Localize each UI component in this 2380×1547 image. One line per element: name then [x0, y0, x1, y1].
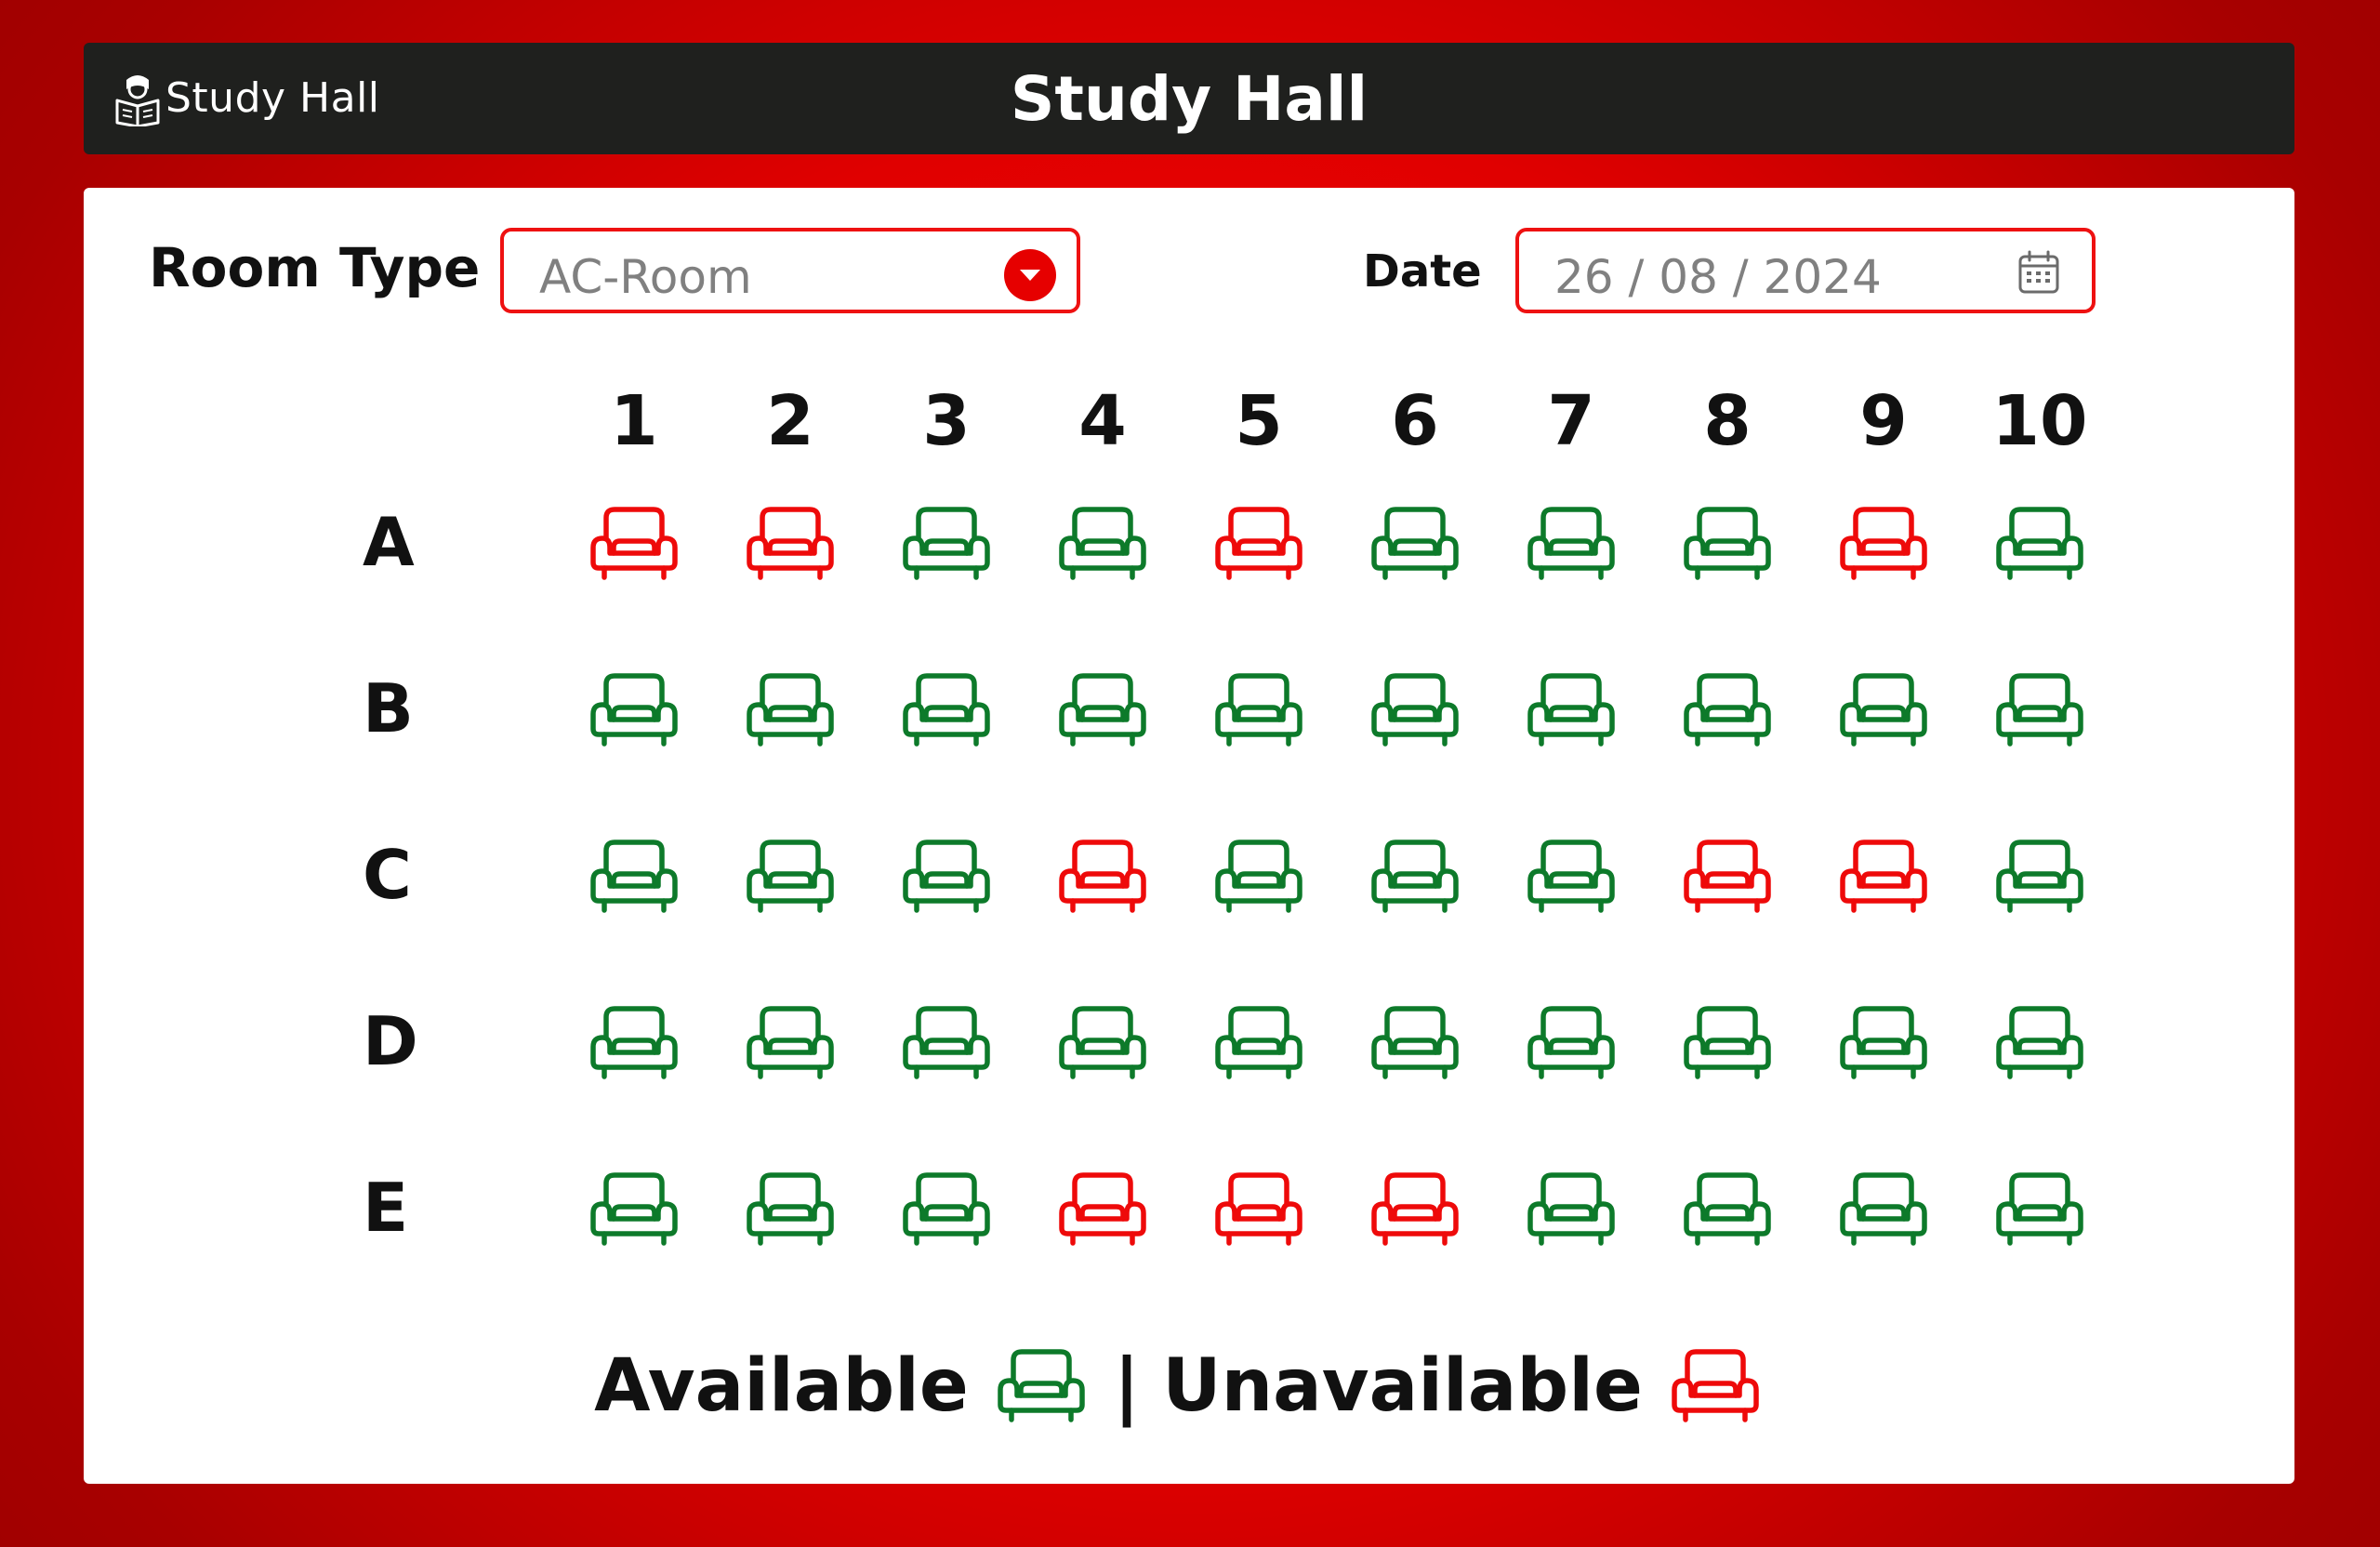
seat-c4-unavailable — [1054, 838, 1151, 916]
seat-d5-available[interactable] — [1210, 1004, 1307, 1082]
seat-e10-available[interactable] — [1991, 1170, 2088, 1249]
seat-e4-unavailable — [1054, 1170, 1151, 1249]
seat-a6-available[interactable] — [1367, 505, 1463, 583]
seat-c6-available[interactable] — [1367, 838, 1463, 916]
row-header-b: B — [363, 669, 414, 747]
legend-separator: | — [1113, 1344, 1141, 1428]
chevron-down-icon[interactable] — [1004, 249, 1056, 301]
seat-a3-available[interactable] — [898, 505, 995, 583]
date-label: Date — [1363, 245, 1482, 298]
row-header-c: C — [363, 836, 412, 914]
column-header-2: 2 — [766, 381, 814, 461]
seat-b7-available[interactable] — [1523, 671, 1620, 749]
seat-e8-available[interactable] — [1679, 1170, 1776, 1249]
column-header-1: 1 — [610, 381, 658, 461]
booking-panel: Room Type AC-Room Date 26 / 08 / 2024 1 2… — [84, 188, 2294, 1484]
seat-c3-available[interactable] — [898, 838, 995, 916]
seat-b10-available[interactable] — [1991, 671, 2088, 749]
column-header-4: 4 — [1078, 381, 1127, 461]
date-value: 26 / 08 / 2024 — [1554, 250, 1882, 304]
seat-a9-unavailable — [1835, 505, 1932, 583]
seat-e1-available[interactable] — [586, 1170, 682, 1249]
seat-c5-available[interactable] — [1210, 838, 1307, 916]
legend: Available | Unavailable — [84, 1344, 2294, 1428]
seat-b8-available[interactable] — [1679, 671, 1776, 749]
seat-d3-available[interactable] — [898, 1004, 995, 1082]
seat-b9-available[interactable] — [1835, 671, 1932, 749]
seat-c7-available[interactable] — [1523, 838, 1620, 916]
column-header-9: 9 — [1859, 381, 1908, 461]
seat-a8-available[interactable] — [1679, 505, 1776, 583]
seat-a5-unavailable — [1210, 505, 1307, 583]
seat-a2-unavailable — [742, 505, 839, 583]
seat-a4-available[interactable] — [1054, 505, 1151, 583]
seat-d2-available[interactable] — [742, 1004, 839, 1082]
seat-e3-available[interactable] — [898, 1170, 995, 1249]
row-header-d: D — [363, 1002, 418, 1080]
column-header-5: 5 — [1235, 381, 1283, 461]
seat-b2-available[interactable] — [742, 671, 839, 749]
seat-d8-available[interactable] — [1679, 1004, 1776, 1082]
seat-d9-available[interactable] — [1835, 1004, 1932, 1082]
legend-unavailable-label: Unavailable — [1162, 1344, 1643, 1428]
date-input[interactable]: 26 / 08 / 2024 — [1515, 228, 2096, 313]
legend-available-label: Available — [594, 1344, 969, 1428]
column-header-10: 10 — [1991, 381, 2088, 461]
row-header-a: A — [363, 503, 415, 581]
room-type-label: Room Type — [149, 236, 481, 299]
seat-e6-unavailable — [1367, 1170, 1463, 1249]
seat-a1-unavailable — [586, 505, 682, 583]
seat-d1-available[interactable] — [586, 1004, 682, 1082]
page-title: Study Hall — [1010, 63, 1368, 135]
seat-d7-available[interactable] — [1523, 1004, 1620, 1082]
column-header-7: 7 — [1547, 381, 1595, 461]
armchair-icon — [1667, 1347, 1764, 1425]
armchair-icon — [993, 1347, 1090, 1425]
seat-e9-available[interactable] — [1835, 1170, 1932, 1249]
seat-a10-available[interactable] — [1991, 505, 2088, 583]
seat-e7-available[interactable] — [1523, 1170, 1620, 1249]
room-type-select[interactable]: AC-Room — [500, 228, 1080, 313]
seat-d4-available[interactable] — [1054, 1004, 1151, 1082]
top-bar: Study Hall Study Hall — [84, 43, 2294, 154]
seat-e5-unavailable — [1210, 1170, 1307, 1249]
room-type-value: AC-Room — [539, 250, 752, 304]
seat-b4-available[interactable] — [1054, 671, 1151, 749]
seat-c1-available[interactable] — [586, 838, 682, 916]
seat-b3-available[interactable] — [898, 671, 995, 749]
column-header-3: 3 — [922, 381, 971, 461]
seat-e2-available[interactable] — [742, 1170, 839, 1249]
seat-d6-available[interactable] — [1367, 1004, 1463, 1082]
column-header-8: 8 — [1703, 381, 1752, 461]
seat-c8-unavailable — [1679, 838, 1776, 916]
seat-a7-available[interactable] — [1523, 505, 1620, 583]
seat-b1-available[interactable] — [586, 671, 682, 749]
calendar-icon[interactable] — [2017, 250, 2060, 295]
seat-b6-available[interactable] — [1367, 671, 1463, 749]
seat-c10-available[interactable] — [1991, 838, 2088, 916]
column-header-6: 6 — [1391, 381, 1439, 461]
seat-b5-available[interactable] — [1210, 671, 1307, 749]
seat-c9-unavailable — [1835, 838, 1932, 916]
row-header-e: E — [363, 1169, 409, 1247]
seat-d10-available[interactable] — [1991, 1004, 2088, 1082]
seat-c2-available[interactable] — [742, 838, 839, 916]
